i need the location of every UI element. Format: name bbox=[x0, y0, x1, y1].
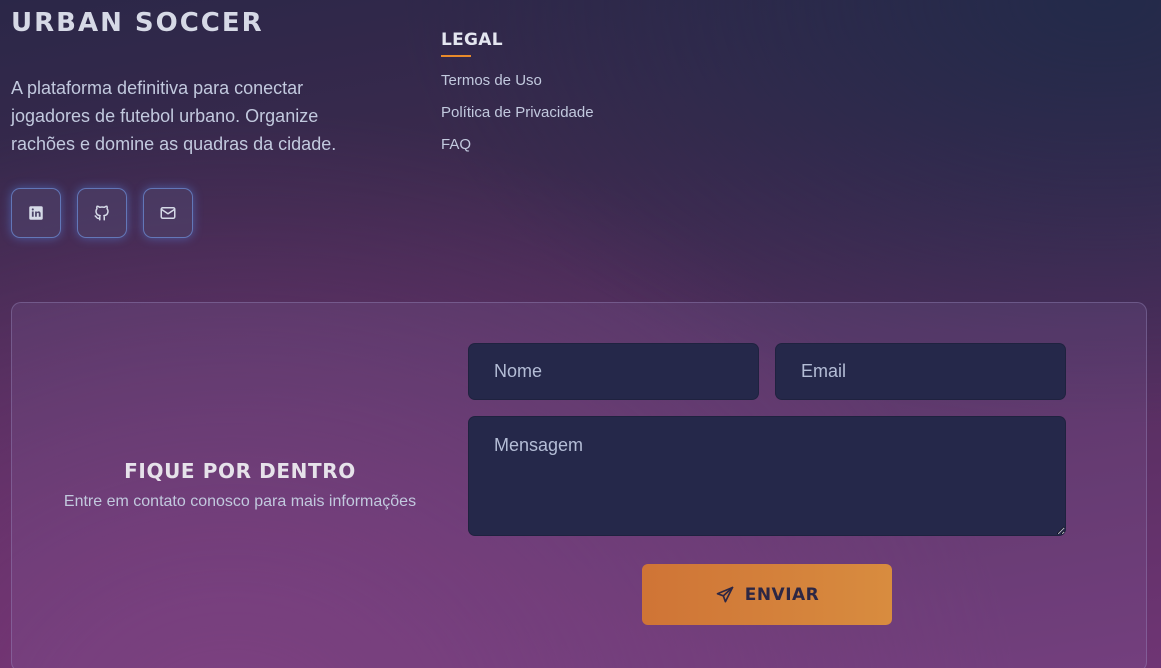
email-input[interactable] bbox=[775, 343, 1066, 400]
social-links bbox=[11, 188, 193, 238]
link-privacy[interactable]: Política de Privacidade bbox=[441, 103, 594, 135]
send-label: ENVIAR bbox=[744, 584, 820, 605]
legal-section: LEGAL Termos de Uso Política de Privacid… bbox=[441, 30, 594, 167]
name-input[interactable] bbox=[468, 343, 759, 400]
github-button[interactable] bbox=[77, 188, 127, 238]
legal-title: LEGAL bbox=[441, 30, 503, 50]
message-textarea[interactable] bbox=[468, 416, 1066, 536]
legal-links: Termos de Uso Política de Privacidade FA… bbox=[441, 71, 594, 167]
email-button[interactable] bbox=[143, 188, 193, 238]
tagline: A plataforma definitiva para conectar jo… bbox=[11, 78, 337, 154]
contact-subtitle: Entre em contato conosco para mais infor… bbox=[63, 493, 417, 510]
github-icon bbox=[94, 205, 109, 221]
mail-icon bbox=[160, 207, 176, 219]
send-button[interactable]: ENVIAR bbox=[642, 564, 892, 625]
linkedin-icon bbox=[29, 206, 43, 220]
contact-card: FIQUE POR DENTRO Entre em contato conosc… bbox=[11, 302, 1147, 668]
brand-logo[interactable]: URBAN SOCCER bbox=[11, 8, 264, 38]
link-faq[interactable]: FAQ bbox=[441, 135, 594, 167]
contact-heading: FIQUE POR DENTRO bbox=[124, 459, 356, 483]
send-icon bbox=[716, 586, 734, 602]
legal-title-underline bbox=[441, 55, 471, 57]
linkedin-button[interactable] bbox=[11, 188, 61, 238]
link-terms[interactable]: Termos de Uso bbox=[441, 71, 594, 103]
